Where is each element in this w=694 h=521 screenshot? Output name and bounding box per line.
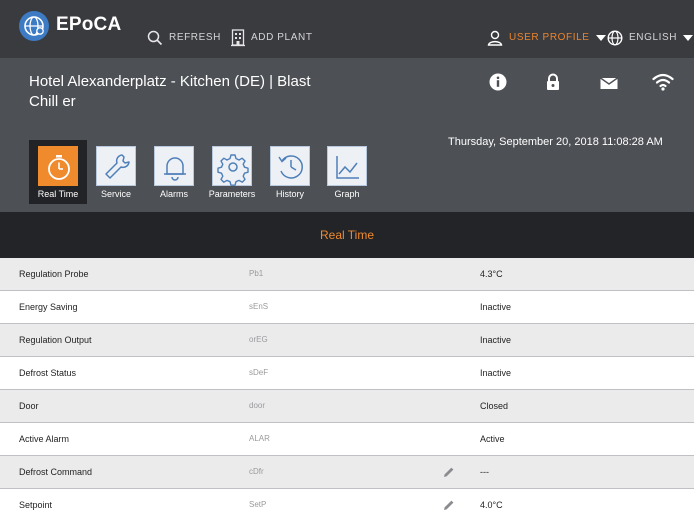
mail-icon[interactable] bbox=[597, 70, 621, 94]
user-profile-menu[interactable]: USER PROFILE bbox=[487, 29, 606, 47]
table-row: Energy Saving sEnS Inactive bbox=[0, 291, 694, 324]
table-row: Regulation Probe Pb1 4.3°C bbox=[0, 258, 694, 291]
refresh-button[interactable]: REFRESH bbox=[147, 29, 221, 47]
row-name: Setpoint bbox=[19, 500, 53, 510]
row-code: Pb1 bbox=[249, 269, 264, 278]
section-title: Real Time bbox=[319, 228, 375, 242]
row-value: 4.3°C bbox=[480, 269, 503, 279]
row-code: orEG bbox=[249, 335, 268, 344]
table-row[interactable]: Setpoint SetP 4.0°C bbox=[0, 489, 694, 521]
pencil-icon[interactable] bbox=[443, 499, 455, 511]
app-name: EPoCA bbox=[56, 14, 122, 35]
tab-label: History bbox=[275, 189, 304, 199]
row-name: Regulation Probe bbox=[19, 269, 89, 279]
building-icon bbox=[231, 29, 245, 47]
table-row: Defrost Status sDeF Inactive bbox=[0, 357, 694, 390]
tab-service[interactable]: Service bbox=[87, 140, 145, 204]
tab-real-time[interactable]: Real Time bbox=[29, 140, 87, 204]
tab-label: Real Time bbox=[37, 189, 79, 199]
row-code: door bbox=[249, 401, 266, 410]
pencil-icon[interactable] bbox=[443, 466, 455, 478]
bell-icon bbox=[154, 146, 194, 186]
tab-history[interactable]: History bbox=[261, 140, 319, 204]
row-value: Inactive bbox=[480, 335, 512, 345]
history-icon bbox=[270, 146, 310, 186]
tab-graph[interactable]: Graph bbox=[318, 140, 376, 204]
info-icon[interactable] bbox=[486, 70, 510, 94]
chevron-down-icon bbox=[595, 35, 606, 41]
add-plant-button[interactable]: ADD PLANT bbox=[231, 29, 313, 47]
table-row: Door door Closed bbox=[0, 390, 694, 423]
row-value: Active bbox=[480, 434, 505, 444]
row-code: cDfr bbox=[249, 467, 264, 476]
refresh-label: REFRESH bbox=[169, 32, 221, 43]
search-icon bbox=[147, 30, 163, 46]
globe-icon bbox=[607, 30, 623, 46]
language-selector[interactable]: ENGLISH bbox=[607, 29, 694, 47]
tab-label: Graph bbox=[334, 189, 360, 199]
tab-alarms[interactable]: Alarms bbox=[145, 140, 203, 204]
row-code: sEnS bbox=[249, 302, 269, 311]
row-name: Defrost Command bbox=[19, 467, 93, 477]
epoca-logo-icon bbox=[19, 11, 49, 41]
row-value: Closed bbox=[480, 401, 509, 411]
row-name: Energy Saving bbox=[19, 302, 78, 312]
row-value: Inactive bbox=[480, 302, 512, 312]
tab-label: Alarms bbox=[159, 189, 188, 199]
user-icon bbox=[487, 30, 503, 46]
user-profile-label: USER PROFILE bbox=[509, 32, 590, 43]
wrench-icon bbox=[96, 146, 136, 186]
row-code: sDeF bbox=[249, 368, 269, 377]
plant-title: Hotel Alexanderplatz - Kitchen (DE) | Bl… bbox=[29, 73, 311, 110]
row-value: 4.0°C bbox=[480, 500, 503, 510]
row-name: Regulation Output bbox=[19, 335, 92, 345]
current-datetime: Thursday, September 20, 2018 11:08:28 AM bbox=[448, 136, 663, 148]
row-name: Active Alarm bbox=[19, 434, 70, 444]
lock-icon[interactable] bbox=[541, 70, 565, 94]
table-row: Regulation Output orEG Inactive bbox=[0, 324, 694, 357]
gear-icon bbox=[212, 146, 252, 186]
tab-parameters[interactable]: Parameters bbox=[203, 140, 261, 204]
stopwatch-icon bbox=[38, 146, 78, 186]
tab-label: Parameters bbox=[208, 189, 256, 199]
wifi-icon[interactable] bbox=[651, 70, 675, 94]
row-value: Inactive bbox=[480, 368, 512, 378]
chevron-down-icon bbox=[683, 35, 694, 41]
realtime-table: Regulation Probe Pb1 4.3°C Energy Saving… bbox=[0, 258, 694, 521]
language-label: ENGLISH bbox=[629, 32, 678, 43]
graph-icon bbox=[327, 146, 367, 186]
row-value: --- bbox=[480, 467, 489, 477]
row-code: SetP bbox=[249, 500, 267, 509]
row-code: ALAR bbox=[249, 434, 270, 443]
tab-label: Service bbox=[100, 189, 131, 199]
table-row[interactable]: Defrost Command cDfr --- bbox=[0, 456, 694, 489]
row-name: Defrost Status bbox=[19, 368, 77, 378]
row-name: Door bbox=[19, 401, 39, 411]
table-row: Active Alarm ALAR Active bbox=[0, 423, 694, 456]
add-plant-label: ADD PLANT bbox=[251, 32, 313, 43]
